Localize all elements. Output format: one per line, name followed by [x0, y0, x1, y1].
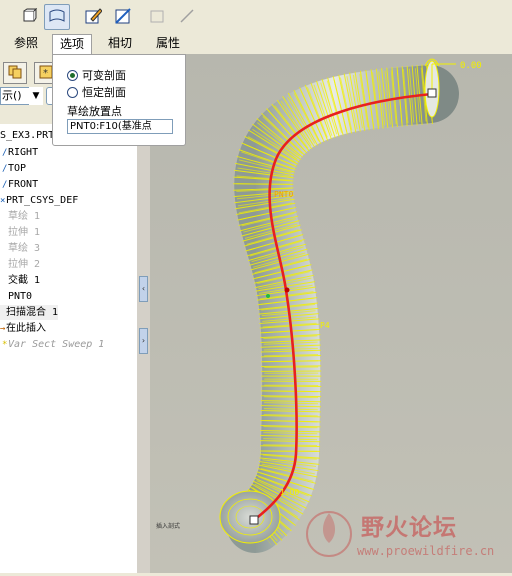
dashboard-tabs: 参照 选项 相切 属性: [0, 34, 512, 54]
collapse-left-button[interactable]: ‹: [139, 276, 148, 302]
green-marker: [266, 294, 270, 298]
sketch-point-label: 草绘放置点: [67, 105, 122, 118]
start-point-handle: [249, 515, 259, 525]
tab-references[interactable]: 参照: [6, 34, 46, 54]
corner-note: 插入剖式: [156, 522, 180, 530]
trajectory-icon: [114, 7, 132, 28]
flame-icon: [306, 511, 352, 557]
pnt0-marker: [284, 287, 290, 293]
dashboard-toolbar: [0, 0, 512, 34]
watermark-url: www.proewildfire.cn: [357, 544, 495, 558]
solid-icon: [21, 7, 38, 27]
sketch-point-field[interactable]: PNT0:F10(基准点: [67, 119, 173, 134]
line-button[interactable]: [174, 4, 200, 30]
sketch-edit-icon: [84, 7, 103, 28]
graphics-viewport[interactable]: 0.00 PNT0 P4 1.00 插入剖式: [150, 54, 512, 573]
tree-item[interactable]: ×PRT_CSYS_DEF: [0, 193, 78, 208]
variable-section-radio[interactable]: [67, 69, 78, 81]
dim-label: 0.00: [460, 61, 482, 71]
tree-item[interactable]: 拉伸 2: [2, 257, 40, 272]
variable-section-option[interactable]: 可变剖面: [67, 67, 126, 83]
blank-button[interactable]: [144, 4, 170, 30]
tree-item[interactable]: 扫描混合 1: [0, 305, 59, 320]
options-panel: 可变剖面 恒定剖面 草绘放置点 PNT0:F10(基准点: [52, 54, 186, 146]
trajectory-button[interactable]: [110, 4, 136, 30]
blank-icon: [148, 7, 166, 28]
constant-section-radio[interactable]: [67, 86, 78, 98]
copy-button[interactable]: [3, 62, 27, 84]
svg-text:*: *: [43, 68, 48, 79]
tab-properties[interactable]: 属性: [148, 34, 188, 54]
watermark-logo: [302, 505, 356, 559]
expand-right-button[interactable]: ›: [139, 328, 148, 354]
constant-section-option[interactable]: 恒定剖面: [67, 84, 126, 100]
tree-item[interactable]: 交截 1: [2, 273, 40, 288]
tree-item[interactable]: 草绘 1: [2, 209, 40, 224]
tree-root[interactable]: S_EX3.PRT: [0, 128, 54, 143]
chevron-down-icon[interactable]: ▼: [29, 87, 43, 105]
star-icon: *: [39, 65, 53, 82]
tree-item[interactable]: 拉伸 1: [2, 225, 40, 240]
model-tree: S_EX3.PRT /RIGHT /TOP /FRONT ×PRT_CSYS_D…: [0, 124, 137, 573]
variable-section-label: 可变剖面: [82, 69, 126, 82]
watermark-text: 野火论坛: [361, 515, 457, 541]
pnt-label: PNT0: [274, 190, 293, 199]
tree-item[interactable]: →在此插入: [0, 321, 46, 336]
curve-label: P4: [320, 321, 330, 330]
start-label: 1.00: [280, 488, 299, 497]
line-icon: [178, 7, 196, 28]
panel-splitter[interactable]: ‹ ›: [136, 124, 151, 573]
tree-item[interactable]: /RIGHT: [2, 145, 38, 160]
tube-body: [226, 65, 459, 553]
tree-item[interactable]: 草绘 3: [2, 241, 40, 256]
sweep-model: 0.00 PNT0 P4 1.00 插入剖式: [156, 58, 482, 553]
constant-section-label: 恒定剖面: [82, 86, 126, 99]
tree-item[interactable]: PNT0: [2, 289, 32, 304]
surface-icon: [48, 8, 66, 27]
sketch-edit-button[interactable]: [80, 4, 106, 30]
tree-item[interactable]: *Var Sect Sweep 1: [2, 337, 104, 352]
solid-button[interactable]: [16, 4, 42, 30]
tree-item[interactable]: /FRONT: [2, 177, 38, 192]
copy-icon: [8, 65, 22, 82]
surface-button[interactable]: [44, 4, 70, 30]
end-point-handle: [427, 88, 437, 98]
tree-item[interactable]: /TOP: [2, 161, 26, 176]
tab-tangency[interactable]: 相切: [100, 34, 140, 54]
tab-options[interactable]: 选项: [52, 34, 92, 54]
